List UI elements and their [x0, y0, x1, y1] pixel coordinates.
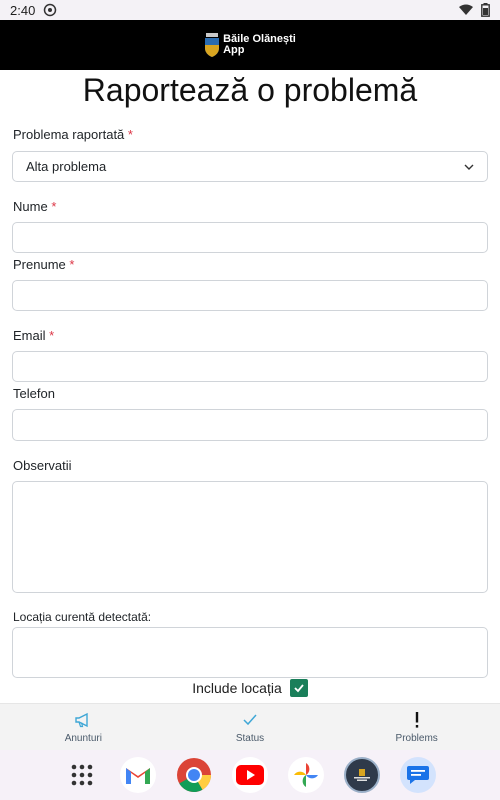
status-bar: 2:40	[0, 0, 500, 20]
name-label: Nume *	[13, 199, 57, 214]
youtube-icon[interactable]	[232, 757, 268, 793]
location-label: Locația curentă detectată:	[13, 610, 152, 624]
surname-input[interactable]	[12, 280, 488, 311]
page-title: Raportează o problemă	[82, 72, 418, 108]
battery-icon	[481, 3, 490, 17]
required-mark: *	[51, 199, 57, 214]
required-mark: *	[49, 328, 55, 343]
bottom-nav: Anunturi Status Problems	[0, 703, 500, 750]
crest-icon	[205, 33, 220, 57]
checkmark-icon	[294, 684, 304, 693]
nav-anunturi-label: Anunturi	[64, 732, 102, 744]
wifi-icon	[459, 4, 473, 15]
baile-olanesti-app-icon[interactable]	[344, 757, 380, 793]
exclamation-icon	[415, 711, 418, 728]
messages-icon[interactable]	[400, 757, 436, 793]
app-header: Băile Olănești App	[0, 20, 500, 70]
required-mark: *	[127, 127, 133, 142]
phone-input[interactable]	[12, 409, 488, 441]
megaphone-icon	[75, 712, 89, 727]
include-location-row: Include locația	[0, 679, 500, 697]
required-mark: *	[69, 257, 75, 272]
include-location-checkbox[interactable]	[289, 679, 308, 697]
problem-select[interactable]: Alta problema	[12, 151, 488, 182]
nav-problems[interactable]: Problems	[333, 704, 500, 750]
notification-icon	[44, 3, 57, 17]
status-time: 2:40	[10, 2, 36, 18]
name-input[interactable]	[12, 222, 488, 253]
problem-label: Problema raportată *	[13, 127, 133, 142]
nav-anunturi[interactable]: Anunturi	[0, 704, 167, 750]
email-input[interactable]	[12, 351, 488, 382]
brand-line2: App	[223, 44, 245, 56]
problem-select-value: Alta problema	[26, 159, 107, 174]
notes-label: Observatii	[13, 458, 72, 473]
nav-status-label: Status	[235, 732, 265, 744]
nav-status[interactable]: Status	[167, 704, 334, 750]
status-icons	[459, 3, 490, 17]
app-drawer-icon[interactable]	[64, 757, 100, 793]
system-dock	[0, 750, 500, 800]
email-label: Email *	[13, 328, 55, 343]
notes-textarea[interactable]	[12, 481, 488, 593]
include-location-label: Include locația	[192, 680, 282, 696]
photos-icon[interactable]	[288, 757, 324, 793]
chrome-icon[interactable]	[176, 757, 212, 793]
app-logo[interactable]: Băile Olănești App	[204, 33, 296, 57]
gmail-icon[interactable]	[120, 757, 156, 793]
phone-label: Telefon	[13, 386, 55, 401]
chevron-down-icon	[464, 164, 474, 170]
location-display	[12, 627, 488, 678]
nav-problems-label: Problems	[395, 732, 438, 744]
surname-label: Prenume *	[13, 257, 75, 272]
report-form: Raportează o problemă Problema raportată…	[0, 70, 500, 703]
check-icon	[243, 714, 257, 725]
